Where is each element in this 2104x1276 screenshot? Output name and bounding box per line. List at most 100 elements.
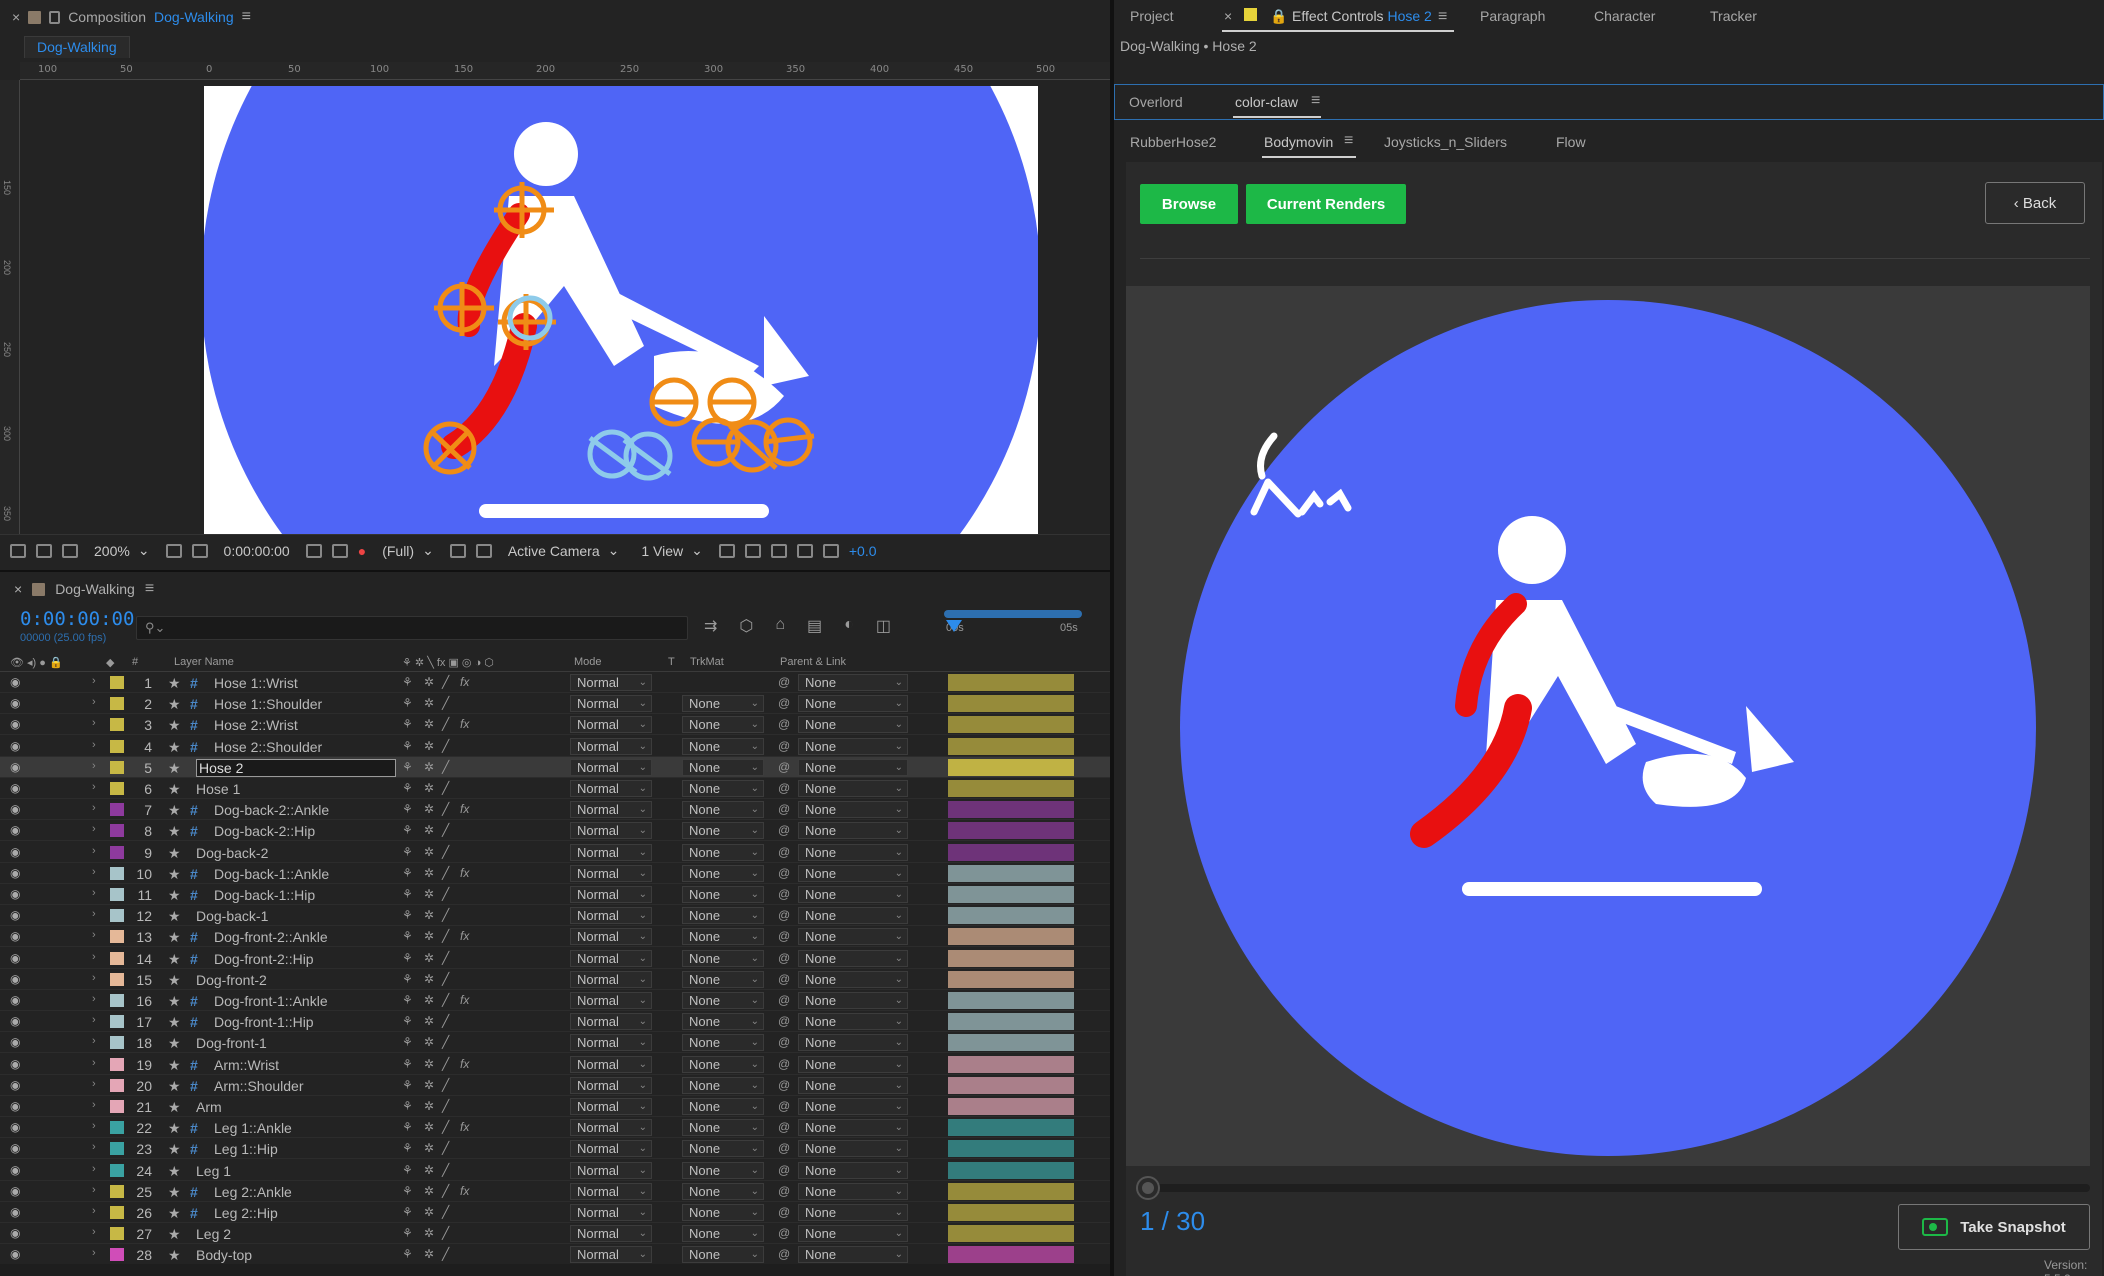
parent-select[interactable]: None ⌄ [798,737,908,755]
label-color-swatch[interactable] [110,1121,124,1135]
chevron-right-icon[interactable]: › [92,1057,96,1069]
zoom-select[interactable]: 200% ⌄ [88,540,156,562]
trkmat-select[interactable]: None ⌄ [682,780,764,797]
view-layout-select[interactable]: 1 View ⌄ [635,540,709,562]
layer-duration-bar[interactable] [948,1055,1074,1073]
trkmat-select[interactable]: None ⌄ [682,949,764,967]
eye-icon[interactable]: ◉ [10,1035,20,1049]
close-icon[interactable]: × [1224,8,1232,24]
trkmat-select[interactable]: None ⌄ [682,1119,764,1137]
chevron-right-icon[interactable]: › [92,951,96,963]
fx-icon[interactable]: fx [460,929,469,943]
pick-whip-icon[interactable]: @ [778,887,790,901]
layer-duration-bar[interactable] [948,822,1074,840]
mask-icon[interactable] [62,543,78,558]
shy-switch-icon[interactable]: ⚘ [402,1163,413,1177]
pick-whip-icon[interactable]: @ [778,1184,790,1198]
chevron-right-icon[interactable]: › [92,739,96,751]
trkmat-select[interactable]: None ⌄ [682,864,764,882]
eye-icon[interactable]: ◉ [10,1078,20,1092]
tab-overlord[interactable]: Overlord [1129,94,1183,110]
tab-color-claw[interactable]: color-claw [1235,94,1298,110]
layer-name[interactable]: Hose 2::Shoulder [214,739,322,755]
layer-duration-bar[interactable] [948,1204,1074,1221]
label-color-swatch[interactable] [110,1227,124,1241]
eye-icon[interactable]: ◉ [10,1120,20,1134]
trkmat-select[interactable]: None ⌄ [682,1055,764,1073]
eye-icon[interactable]: ◉ [10,908,20,922]
label-color-swatch[interactable] [110,866,124,880]
layer-row[interactable]: ◉ › 10 ★ # Dog-back-1::Ankle ⚘ ✲ ╱ fx Normal ⌄ None ⌄… [0,863,1110,884]
chevron-right-icon[interactable]: › [92,1035,96,1047]
quality-switch-icon[interactable]: ╱ [442,866,449,880]
parent-select[interactable]: None ⌄ [798,1119,908,1137]
layer-name-column[interactable]: Layer Name [174,656,234,668]
layer-duration-bar[interactable] [948,1225,1074,1243]
collapse-switch-icon[interactable]: ✲ [424,1099,434,1113]
pick-whip-icon[interactable]: @ [778,1035,790,1049]
color-channels-icon[interactable]: ● [358,543,366,559]
chevron-right-icon[interactable]: › [92,1163,96,1175]
layer-row[interactable]: ◉ › 18 ★ Dog-front-1 ⚘ ✲ ╱ Normal ⌄ None ⌄ @ None ⌄ [0,1032,1110,1054]
label-color-swatch[interactable] [110,845,124,859]
motion-blur-icon[interactable]: ◐ [844,616,854,636]
layer-row[interactable]: ◉ › 8 ★ # Dog-back-2::Hip ⚘ ✲ ╱ Normal ⌄ None ⌄ @ None… [0,820,1110,842]
layer-duration-bar[interactable] [948,1013,1074,1031]
collapse-switch-icon[interactable]: ✲ [424,717,434,731]
label-color-swatch[interactable] [110,909,124,923]
trkmat-select[interactable]: None ⌄ [682,737,764,755]
layer-name[interactable]: Body-top [196,1247,252,1263]
fx-icon[interactable]: fx [460,1120,469,1134]
slider-thumb[interactable] [1138,1178,1158,1198]
layer-name[interactable]: Dog-back-2::Ankle [214,802,329,818]
layer-name[interactable]: Arm::Wrist [214,1057,279,1073]
parent-select[interactable]: None ⌄ [798,864,908,882]
label-color-swatch[interactable] [110,994,124,1007]
pick-whip-icon[interactable]: @ [778,1014,790,1028]
parent-select[interactable]: None ⌄ [798,1055,908,1073]
trkmat-select[interactable]: None ⌄ [682,843,764,861]
shy-switch-icon[interactable]: ⚘ [402,972,413,986]
viewer-timecode[interactable]: 0:00:00:00 [218,540,296,562]
label-color-swatch[interactable] [110,1184,124,1198]
panel-menu-icon[interactable]: ≡ [1344,132,1353,150]
quality-switch-icon[interactable]: ╱ [442,696,449,710]
fx-icon[interactable]: fx [460,802,469,816]
layer-row[interactable]: ◉ › 2 ★ # Hose 1::Shoulder ⚘ ✲ ╱ Normal ⌄ None ⌄ @ Non… [0,693,1110,715]
layer-row[interactable]: ◉ › 19 ★ # Arm::Wrist ⚘ ✲ ╱ fx Normal ⌄ None ⌄ @ None ⌄ [0,1054,1110,1075]
collapse-switch-icon[interactable]: ✲ [424,760,434,774]
layer-name[interactable]: Hose 1::Shoulder [214,696,322,712]
mode-select[interactable]: Normal ⌄ [570,1161,652,1179]
chevron-right-icon[interactable]: › [92,993,96,1005]
layer-duration-bar[interactable] [948,864,1074,882]
layer-row[interactable]: ◉ › 16 ★ # Dog-front-1::Ankle ⚘ ✲ ╱ fx Normal ⌄ None… [0,990,1110,1011]
layer-duration-bar[interactable] [948,928,1074,946]
label-color-swatch[interactable] [110,930,124,944]
trkmat-select[interactable]: None ⌄ [682,1182,764,1200]
mode-select[interactable]: Normal ⌄ [570,1076,652,1094]
label-color-swatch[interactable] [110,1248,124,1262]
collapse-switch-icon[interactable]: ✲ [424,696,434,710]
parent-select[interactable]: None ⌄ [798,886,908,903]
eye-icon[interactable]: ◉ [10,1184,20,1198]
label-color-swatch[interactable] [110,718,124,732]
quality-switch-icon[interactable]: ╱ [442,845,449,859]
shy-switch-icon[interactable]: ⚘ [402,675,413,689]
layer-name[interactable]: Dog-back-1::Ankle [214,866,329,882]
quality-switch-icon[interactable]: ╱ [442,1014,449,1028]
layer-name[interactable]: Leg 2::Ankle [214,1184,292,1200]
parent-select[interactable]: None ⌄ [798,716,908,734]
collapse-switch-icon[interactable]: ✲ [424,1141,434,1155]
frame-blending-icon[interactable]: ▤ [807,616,822,636]
quality-switch-icon[interactable]: ╱ [442,802,449,816]
quality-switch-icon[interactable]: ╱ [442,1184,449,1198]
composition-viewer[interactable]: 100 50 0 50 100 150 200 250 300 350 400 … [0,62,1110,534]
layer-name[interactable]: Dog-front-2::Hip [214,951,314,967]
mode-select[interactable]: Normal ⌄ [570,1204,652,1221]
resolution-select[interactable]: (Full) ⌄ [376,540,440,562]
eye-icon[interactable]: ◉ [10,1141,20,1155]
shy-switch-icon[interactable]: ⚘ [402,951,413,965]
chevron-right-icon[interactable]: › [92,1141,96,1153]
parent-select[interactable]: None ⌄ [798,843,908,861]
trkmat-select[interactable]: None ⌄ [682,716,764,734]
